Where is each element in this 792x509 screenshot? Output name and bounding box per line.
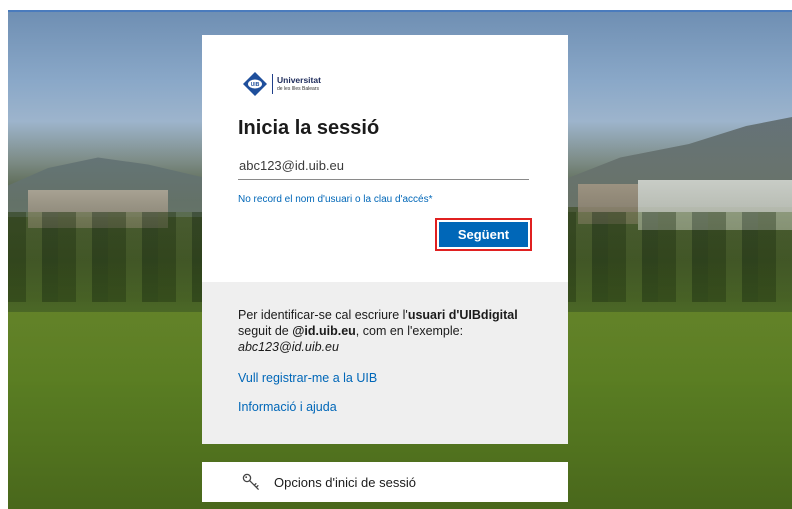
- signin-options-label: Opcions d'inici de sessió: [274, 475, 416, 490]
- uib-logo: UIB Universitat de les Illes Balears: [243, 69, 343, 99]
- forgot-credentials-link[interactable]: No record el nom d'usuari o la clau d'ac…: [238, 194, 432, 205]
- logo-subtitle: de les Illes Balears: [277, 86, 319, 92]
- username-input[interactable]: [238, 153, 529, 180]
- info-text-part3: , com en l'exemple:: [355, 324, 464, 338]
- info-text-part1: Per identificar-se cal escriure l': [238, 308, 408, 322]
- info-text: Per identificar-se cal escriure l'usuari…: [238, 307, 548, 355]
- uib-logo-mark-text: UIB: [251, 82, 260, 88]
- uib-logo-mark: UIB: [243, 72, 267, 96]
- info-text-bold-username: usuari d'UIBdigital: [407, 308, 518, 322]
- key-icon: [242, 473, 259, 490]
- screenshot-frame: UIB Universitat de les Illes Balears Ini…: [0, 0, 792, 509]
- logo-name: Universitat: [277, 75, 321, 85]
- page-title: Inicia la sessió: [238, 117, 380, 139]
- register-link[interactable]: Vull registrar-me a la UIB: [238, 371, 377, 385]
- info-text-bold-domain: @id.uib.eu: [292, 324, 356, 338]
- info-text-part2: seguit de: [238, 324, 293, 338]
- signin-options-button[interactable]: Opcions d'inici de sessió: [202, 462, 568, 502]
- info-text-example: abc123@id.uib.eu: [238, 340, 339, 354]
- next-button-highlight: Següent: [435, 218, 532, 251]
- logo-divider: [272, 74, 273, 94]
- help-link[interactable]: Informació i ajuda: [238, 400, 337, 414]
- signin-panel: UIB Universitat de les Illes Balears Ini…: [202, 35, 568, 444]
- next-button[interactable]: Següent: [439, 222, 528, 247]
